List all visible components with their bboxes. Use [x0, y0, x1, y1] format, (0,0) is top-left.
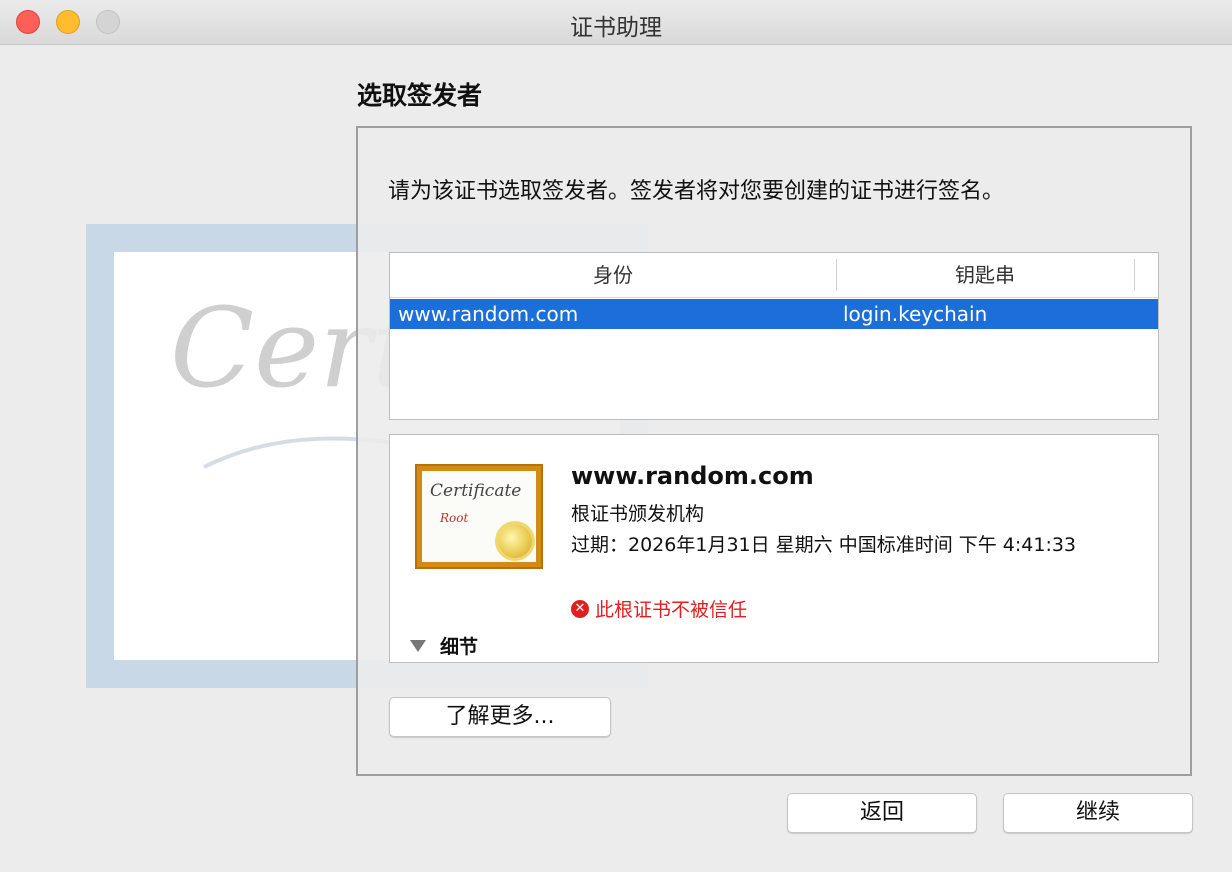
table-row[interactable]: www.random.com login.keychain	[390, 299, 1158, 329]
cell-keychain: login.keychain	[843, 302, 988, 326]
trust-warning: ✕ 此根证书不被信任	[571, 595, 747, 622]
instruction-text: 请为该证书选取签发者。签发者将对您要创建的证书进行签名。	[388, 179, 1005, 204]
column-header-keychain[interactable]: 钥匙串	[836, 253, 1134, 297]
details-label: 细节	[440, 636, 479, 658]
column-header-identity[interactable]: 身份	[390, 253, 836, 297]
disclosure-triangle-icon[interactable]	[410, 639, 426, 652]
issuer-table[interactable]: 身份 钥匙串 www.random.com login.keychain	[389, 252, 1159, 420]
details-disclosure[interactable]: 细节	[410, 632, 478, 659]
trust-warning-text: 此根证书不被信任	[595, 599, 748, 621]
certificate-detail-box: Certificate Root www.random.com 根证书颁发机构 …	[389, 434, 1159, 663]
cell-identity: www.random.com	[398, 302, 579, 326]
certificate-root-icon: Certificate Root	[415, 464, 543, 569]
table-header: 身份 钥匙串	[390, 253, 1158, 298]
title-bar: 证书助理	[0, 0, 1232, 45]
back-button[interactable]: 返回	[787, 793, 977, 833]
certificate-name: www.random.com	[571, 462, 814, 490]
page-heading: 选取签发者	[357, 81, 483, 110]
column-divider	[1134, 259, 1135, 291]
learn-more-button[interactable]: 了解更多...	[389, 697, 611, 737]
certificate-expiry: 过期：2026年1月31日 星期六 中国标准时间 下午 4:41:33	[571, 534, 1077, 556]
window-title: 证书助理	[570, 15, 662, 41]
continue-button[interactable]: 继续	[1003, 793, 1193, 833]
error-icon: ✕	[571, 599, 589, 618]
certificate-kind: 根证书颁发机构	[571, 503, 705, 525]
